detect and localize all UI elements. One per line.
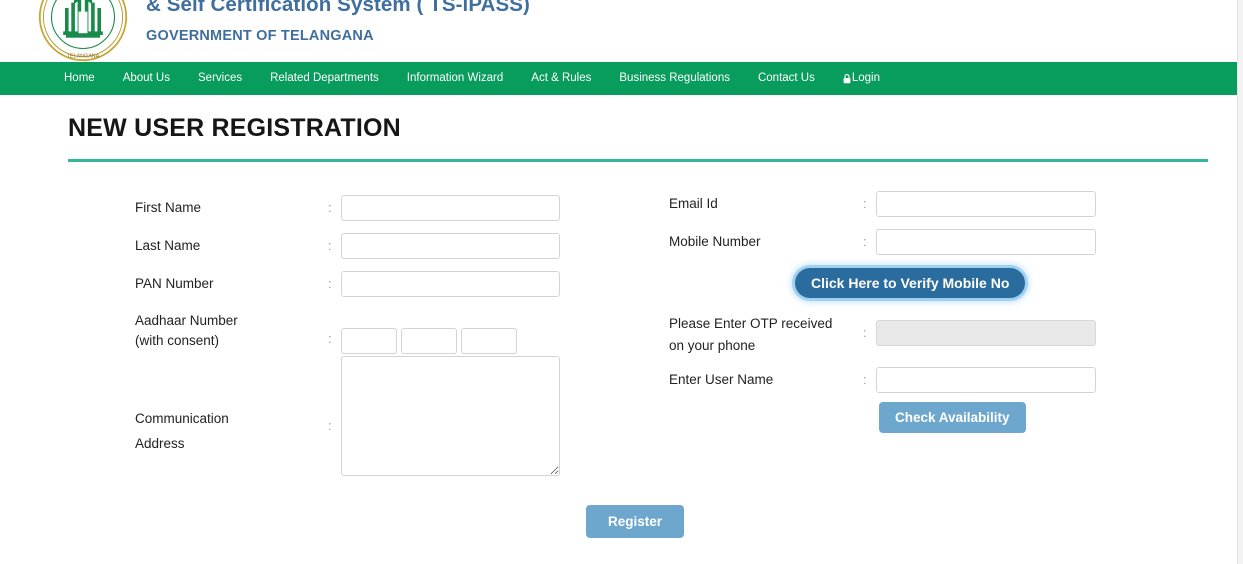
page-root: GOVT TELANGANA & Self Certification Syst… — [0, 0, 1243, 564]
aadhaar-segment-3[interactable] — [461, 328, 517, 354]
verify-mobile-button[interactable]: Click Here to Verify Mobile No — [795, 268, 1026, 298]
field-colon: : — [328, 331, 332, 346]
nav-item-services[interactable]: Services — [184, 62, 256, 95]
vertical-scrollbar[interactable] — [1237, 0, 1243, 564]
last-name-input[interactable] — [341, 233, 560, 259]
field-label: Email Id — [669, 196, 718, 211]
field-label: Enter User Name — [669, 372, 774, 387]
field-colon: : — [328, 276, 332, 291]
field-label-multiline: Aadhaar Number (with consent) — [135, 311, 238, 351]
otp-label-line2: on your phone — [669, 338, 756, 353]
site-header: GOVT TELANGANA & Self Certification Syst… — [0, 0, 1237, 62]
site-title-primary: & Self Certification System ( TS-iPASS) — [146, 0, 530, 16]
nav-item-label: Services — [198, 72, 243, 84]
nav-item-label: Home — [64, 72, 95, 84]
svg-text:TELANGANA: TELANGANA — [67, 54, 100, 60]
title-divider — [68, 159, 1208, 162]
nav-item-contact-us[interactable]: Contact Us — [744, 62, 829, 95]
pan-number-input[interactable] — [341, 271, 560, 297]
field-colon: : — [863, 196, 867, 211]
otp-label-line1: Please Enter OTP received — [669, 316, 833, 331]
nav-item-business-regulations[interactable]: Business Regulations — [605, 62, 744, 95]
field-label: PAN Number — [135, 276, 214, 291]
field-label: Last Name — [135, 238, 201, 253]
nav-item-act-and-rules[interactable]: Act & Rules — [517, 62, 605, 95]
aadhaar-segment-1[interactable] — [341, 328, 397, 354]
aadhaar-label-line1: Aadhaar Number — [135, 313, 238, 328]
nav-item-label: About Us — [122, 72, 170, 84]
telangana-state-emblem-icon: GOVT TELANGANA — [38, 0, 128, 62]
lock-icon — [843, 73, 851, 84]
page-title: NEW USER REGISTRATION — [68, 114, 401, 142]
communication-address-textarea[interactable] — [341, 356, 560, 476]
field-label: First Name — [135, 200, 202, 215]
field-colon: : — [863, 234, 867, 249]
aadhaar-label-line2: (with consent) — [135, 333, 220, 348]
nav-item-label: Contact Us — [757, 72, 815, 84]
nav-item-information-wizard[interactable]: Information Wizard — [393, 62, 518, 95]
site-title-block: & Self Certification System ( TS-iPASS) … — [146, 0, 530, 47]
email-id-input[interactable] — [876, 191, 1096, 217]
site-title-secondary: GOVERNMENT OF TELANGANA — [146, 28, 374, 44]
field-label: Mobile Number — [669, 234, 761, 249]
register-button[interactable]: Register — [586, 505, 685, 538]
mobile-number-input[interactable] — [876, 229, 1096, 255]
aadhaar-segment-group — [341, 328, 517, 354]
main-navigation: Home About Us Services Related Departmen… — [0, 62, 1237, 95]
field-colon: : — [328, 200, 332, 215]
address-label-line2: Address — [135, 436, 185, 451]
nav-item-login[interactable]: Login — [829, 62, 894, 95]
field-colon: : — [328, 238, 332, 253]
field-label-multiline: Communication Address — [135, 406, 229, 456]
field-label-multiline: Please Enter OTP received on your phone — [669, 313, 832, 357]
nav-item-home[interactable]: Home — [50, 62, 109, 95]
nav-item-label: Business Regulations — [619, 72, 730, 84]
nav-item-about-us[interactable]: About Us — [109, 62, 184, 95]
address-label-line1: Communication — [135, 411, 229, 426]
check-availability-button[interactable]: Check Availability — [879, 402, 1026, 433]
nav-item-related-departments[interactable]: Related Departments — [256, 62, 393, 95]
first-name-input[interactable] — [341, 195, 560, 221]
aadhaar-segment-2[interactable] — [401, 328, 457, 354]
field-colon: : — [863, 325, 867, 340]
field-colon: : — [328, 418, 332, 433]
nav-item-label: Information Wizard — [406, 72, 504, 84]
nav-item-label: Related Departments — [270, 72, 379, 84]
nav-item-label: Login — [851, 72, 880, 84]
field-colon: : — [863, 372, 867, 387]
otp-input[interactable] — [876, 320, 1096, 346]
nav-item-label: Act & Rules — [531, 72, 592, 84]
user-name-input[interactable] — [876, 367, 1096, 393]
